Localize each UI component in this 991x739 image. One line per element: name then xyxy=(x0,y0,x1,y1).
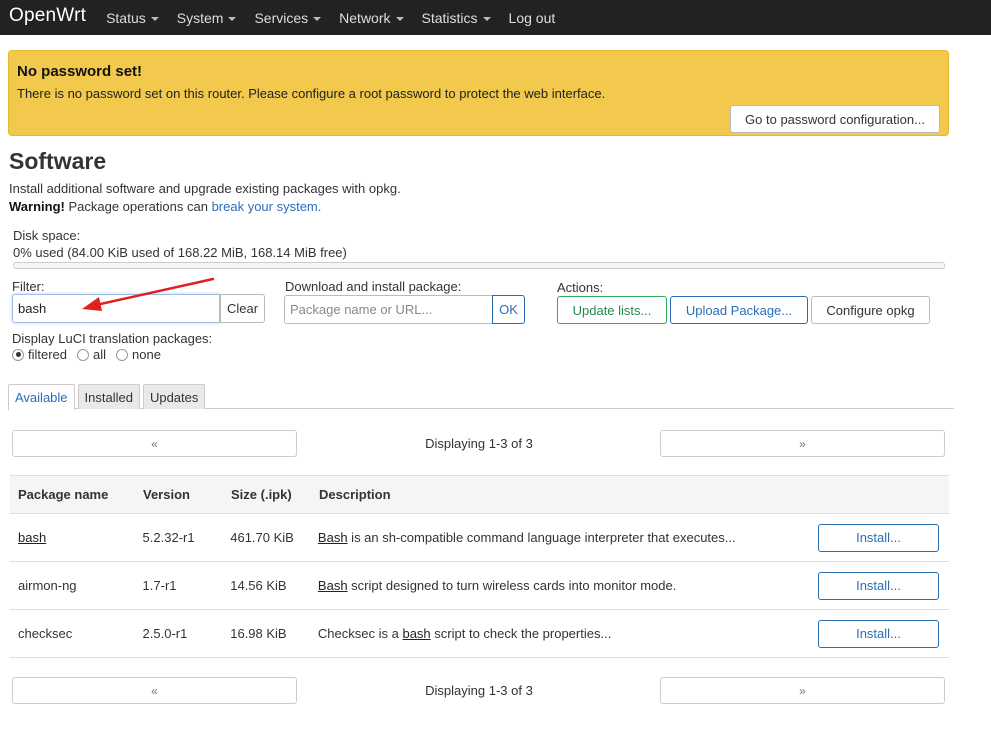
description-link[interactable]: bash xyxy=(402,626,430,641)
radio-filtered[interactable]: filtered xyxy=(12,347,67,362)
disk-space-value: 0% used (84.00 KiB used of 168.22 MiB, 1… xyxy=(13,245,347,260)
package-description: Checksec is a bash script to check the p… xyxy=(317,626,612,641)
install-button[interactable]: Install... xyxy=(817,523,939,552)
radio-checked-icon[interactable] xyxy=(12,348,24,361)
tab-updates[interactable]: Updates xyxy=(142,384,206,409)
alert-text: There is no password set on this router.… xyxy=(17,86,606,101)
no-password-alert: No password set! There is no password se… xyxy=(8,50,949,136)
go-to-password-button[interactable]: Go to password configuration... xyxy=(730,105,940,133)
disk-usage-bar xyxy=(13,262,945,269)
package-version: 2.5.0-r1 xyxy=(142,626,188,641)
prev-page-button-bottom[interactable]: « xyxy=(12,677,297,704)
table-row: bash 5.2.32-r1 461.70 KiB Bash is an sh-… xyxy=(10,514,949,562)
nav-logout[interactable]: Log out xyxy=(509,10,556,26)
header-size: Size (.ipk) xyxy=(231,487,292,502)
next-page-button-bottom[interactable]: » xyxy=(660,677,945,704)
clear-filter-button[interactable]: Clear xyxy=(220,294,265,323)
nav-network[interactable]: Network xyxy=(339,10,404,26)
header-package-name: Package name xyxy=(18,487,109,502)
filter-label: Filter: xyxy=(12,279,45,294)
actions-label: Actions: xyxy=(557,280,604,295)
prev-page-button-top[interactable]: « xyxy=(12,430,297,457)
brand-logo[interactable]: OpenWrt xyxy=(9,5,86,27)
package-name-link[interactable]: bash xyxy=(18,530,46,545)
chevron-down-icon xyxy=(313,16,322,21)
header-description: Description xyxy=(319,487,391,502)
package-tabs: Available Installed Updates xyxy=(8,384,954,410)
warning-label: Warning! xyxy=(9,199,65,214)
install-button[interactable]: Install... xyxy=(817,619,939,648)
table-header: Package name Version Size (.ipk) Descrip… xyxy=(10,476,949,514)
nav-services[interactable]: Services xyxy=(254,10,322,26)
nav-statistics[interactable]: Statistics xyxy=(422,10,491,26)
translation-label: Display LuCI translation packages: xyxy=(12,331,213,346)
top-navbar: OpenWrt Status System Services Network S… xyxy=(0,0,991,35)
translation-radio-group: filtered all none xyxy=(12,347,171,362)
package-url-input[interactable] xyxy=(284,295,493,324)
package-name: airmon-ng xyxy=(18,578,77,593)
warning-text: Package operations can xyxy=(64,199,212,214)
package-size: 14.56 KiB xyxy=(230,578,287,593)
pager-status-bottom: Displaying 1-3 of 3 xyxy=(425,683,533,698)
package-size: 461.70 KiB xyxy=(230,530,294,545)
package-description: Bash is an sh-compatible command languag… xyxy=(317,530,736,545)
radio-all[interactable]: all xyxy=(77,347,106,362)
page-title: Software xyxy=(9,148,107,174)
package-name: checksec xyxy=(18,626,73,641)
configure-opkg-button[interactable]: Configure opkg xyxy=(811,296,930,324)
chevron-down-icon xyxy=(150,16,159,21)
disk-space-label: Disk space: xyxy=(13,228,81,243)
install-button[interactable]: Install... xyxy=(817,571,939,600)
table-row: checksec 2.5.0-r1 16.98 KiB Checksec is … xyxy=(10,610,949,658)
header-version: Version xyxy=(143,487,190,502)
tab-installed[interactable]: Installed xyxy=(77,384,140,409)
radio-unchecked-icon[interactable] xyxy=(77,348,90,361)
table-row: airmon-ng 1.7-r1 14.56 KiB Bash script d… xyxy=(10,562,949,610)
filter-input[interactable] xyxy=(12,294,220,323)
nav-status[interactable]: Status xyxy=(106,10,159,26)
description-link[interactable]: Bash xyxy=(318,578,348,593)
upload-package-button[interactable]: Upload Package... xyxy=(670,296,808,324)
package-version: 5.2.32-r1 xyxy=(142,530,195,545)
page-description: Install additional software and upgrade … xyxy=(9,181,401,196)
next-page-button-top[interactable]: » xyxy=(660,430,945,457)
package-version: 1.7-r1 xyxy=(142,578,177,593)
page-warning: Warning! Package operations can break yo… xyxy=(9,199,321,214)
chevron-down-icon xyxy=(395,16,404,21)
package-description: Bash script designed to turn wireless ca… xyxy=(317,578,677,593)
package-table: Package name Version Size (.ipk) Descrip… xyxy=(10,475,949,658)
nav-system[interactable]: System xyxy=(177,10,237,26)
chevron-down-icon xyxy=(228,16,237,21)
pager-status-top: Displaying 1-3 of 3 xyxy=(425,436,533,451)
radio-unchecked-icon[interactable] xyxy=(116,348,129,361)
chevron-down-icon xyxy=(482,16,491,21)
break-system-link[interactable]: break your system. xyxy=(212,199,322,214)
package-size: 16.98 KiB xyxy=(230,626,287,641)
tab-available[interactable]: Available xyxy=(8,384,75,410)
ok-button[interactable]: OK xyxy=(492,295,525,324)
radio-none[interactable]: none xyxy=(116,347,161,362)
download-label: Download and install package: xyxy=(285,279,462,294)
alert-title: No password set! xyxy=(17,63,143,80)
update-lists-button[interactable]: Update lists... xyxy=(557,296,667,324)
description-link[interactable]: Bash xyxy=(318,530,348,545)
